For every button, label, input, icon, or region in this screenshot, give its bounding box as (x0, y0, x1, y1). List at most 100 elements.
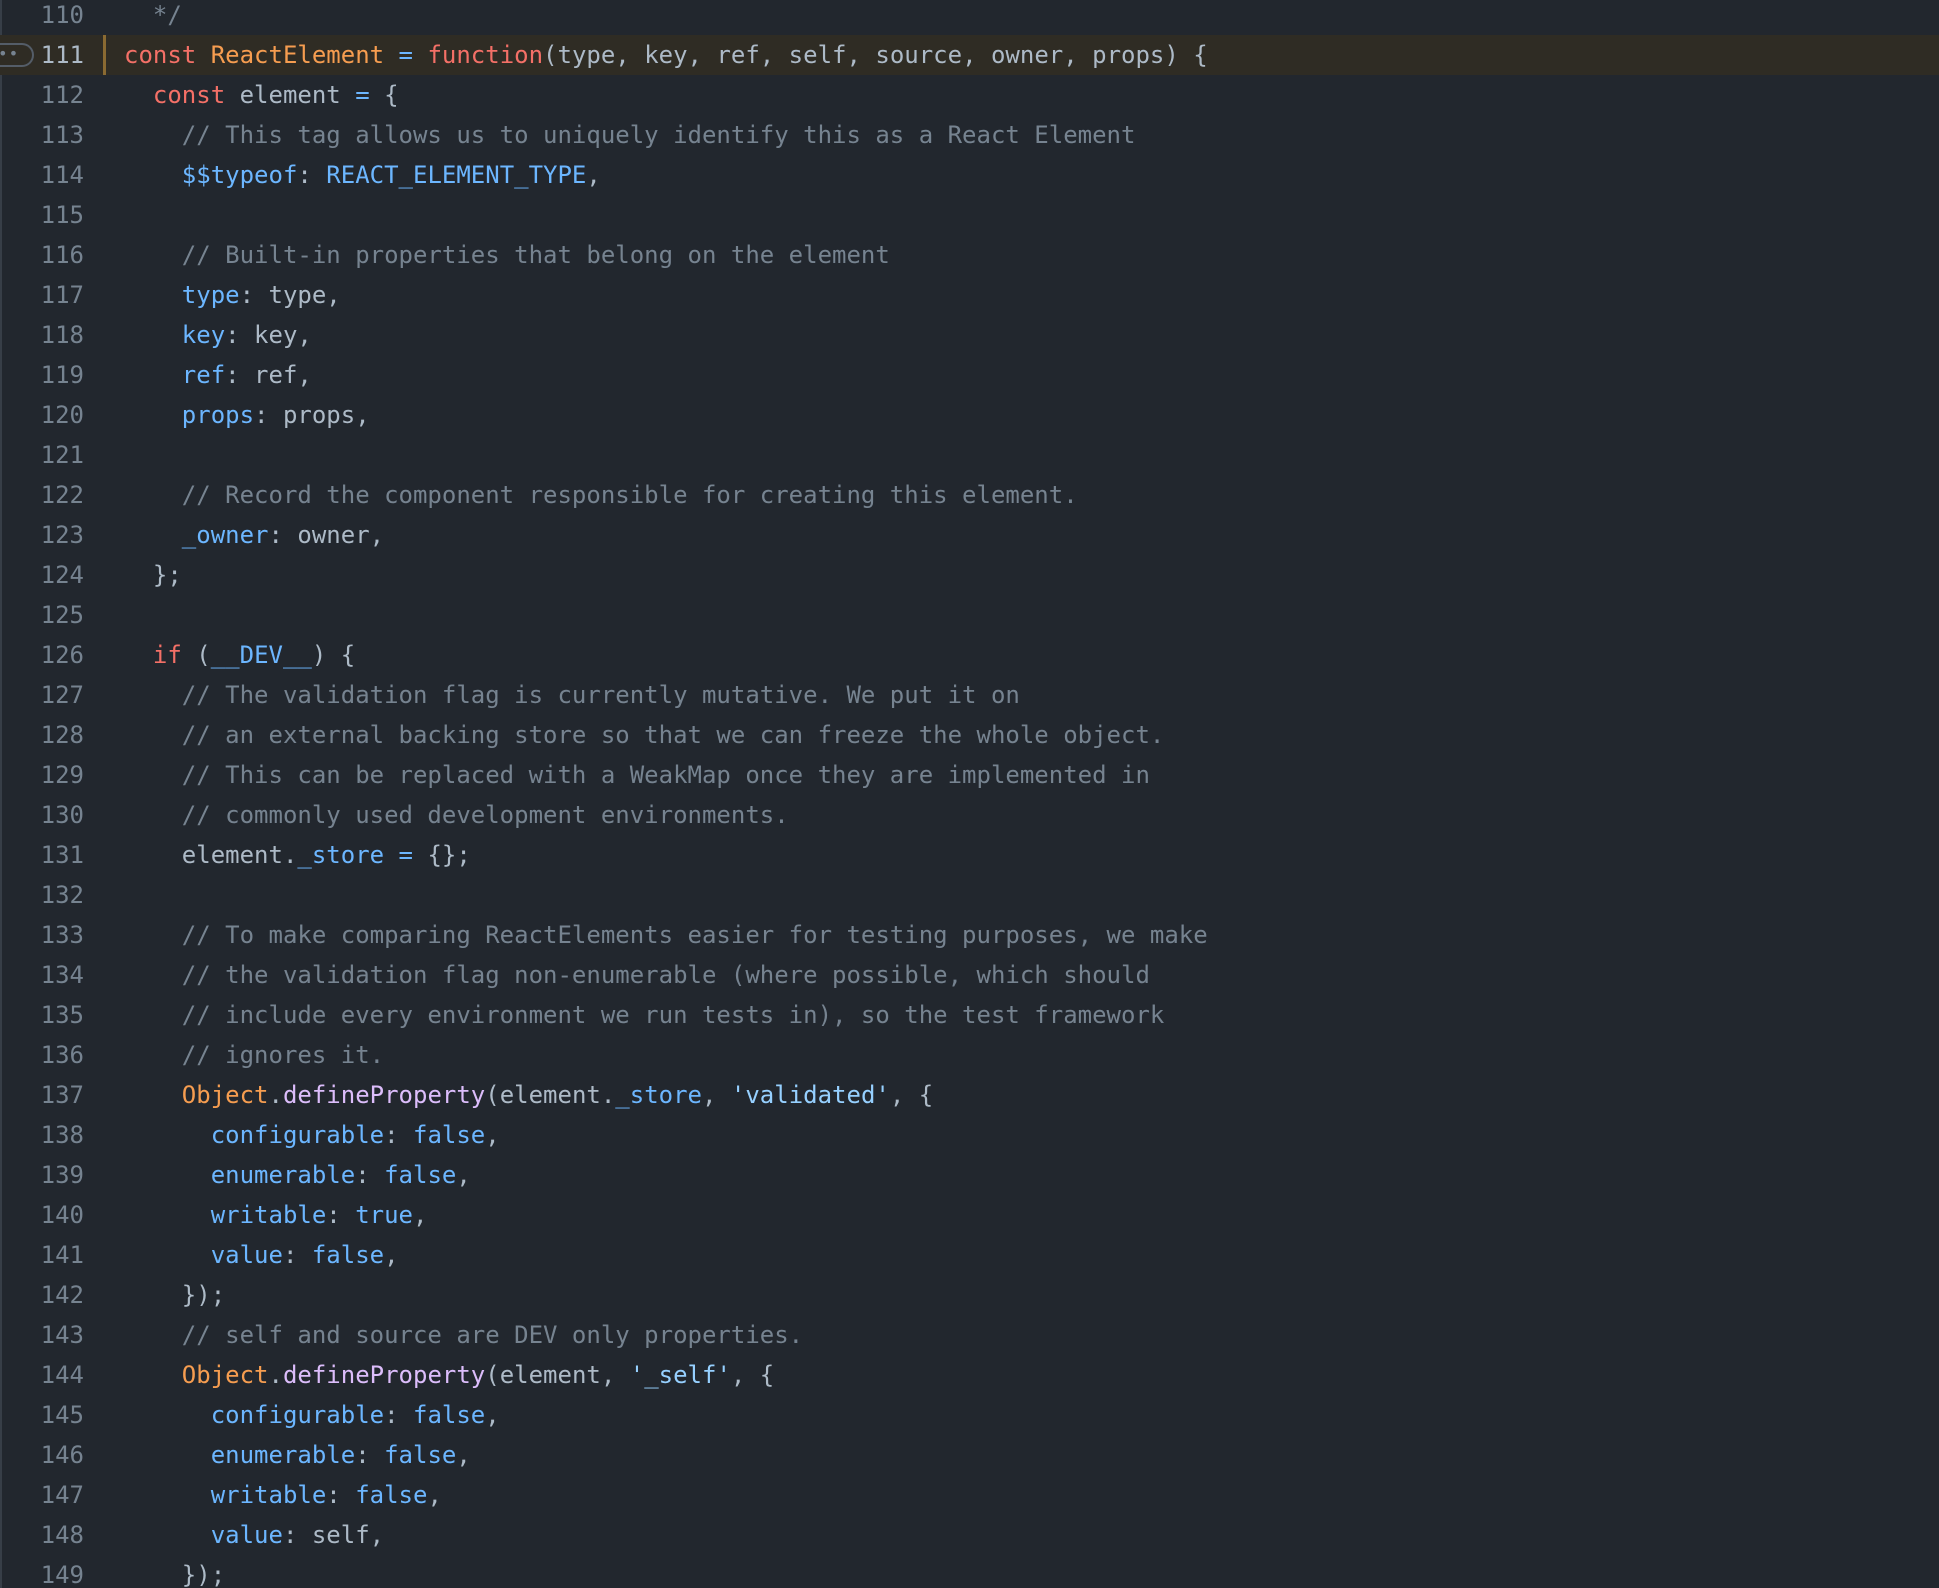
code-line[interactable]: 130 // commonly used development environ… (0, 795, 1939, 835)
code-line[interactable]: 128 // an external backing store so that… (0, 715, 1939, 755)
line-code: enumerable: false, (124, 1155, 1939, 1195)
line-number: 123 (40, 521, 84, 549)
code-line[interactable]: 119 ref: ref, (0, 355, 1939, 395)
line-number: 121 (40, 441, 84, 469)
code-token: $$typeof (181, 161, 298, 189)
code-line[interactable]: 135 // include every environment we run … (0, 995, 1939, 1035)
line-code: const ReactElement = function(type, key,… (124, 35, 1939, 75)
code-line[interactable]: 146 enumerable: false, (0, 1435, 1939, 1475)
code-token: element. (124, 841, 298, 869)
code-line[interactable]: 137 Object.defineProperty(element._store… (0, 1075, 1939, 1115)
code-line[interactable]: 132 (0, 875, 1939, 915)
line-code: value: self, (124, 1515, 1939, 1555)
code-line[interactable]: 112 const element = { (0, 75, 1939, 115)
code-token: // self and source are DEV only properti… (124, 1321, 804, 1349)
line-code: // This tag allows us to uniquely identi… (124, 115, 1939, 155)
line-code: if (__DEV__) { (124, 635, 1939, 675)
line-number: 129 (40, 761, 84, 789)
code-token: : key, (225, 321, 312, 349)
code-token: props (181, 401, 255, 429)
line-code: ref: ref, (124, 355, 1939, 395)
line-number: 119 (40, 361, 84, 389)
code-line[interactable]: 127 // The validation flag is currently … (0, 675, 1939, 715)
code-token: // ignores it. (124, 1041, 385, 1069)
code-line[interactable]: 120 props: props, (0, 395, 1939, 435)
line-code: Object.defineProperty(element, '_self', … (124, 1355, 1939, 1395)
code-line[interactable]: 115 (0, 195, 1939, 235)
code-line[interactable]: 149 }); (0, 1555, 1939, 1588)
line-number: 128 (40, 721, 84, 749)
code-line[interactable]: 147 writable: false, (0, 1475, 1939, 1515)
code-line[interactable]: 141 value: false, (0, 1235, 1939, 1275)
code-token: , (586, 161, 601, 189)
code-line[interactable]: 136 // ignores it. (0, 1035, 1939, 1075)
line-code: _owner: owner, (124, 515, 1939, 555)
code-line[interactable]: 116 // Built-in properties that belong o… (0, 235, 1939, 275)
line-number: 136 (40, 1041, 84, 1069)
line-code: $$typeof: REACT_ELEMENT_TYPE, (124, 155, 1939, 195)
code-token: , (485, 1121, 500, 1149)
code-line[interactable]: 118 key: key, (0, 315, 1939, 355)
code-token: , { (730, 1361, 775, 1389)
code-line[interactable]: 121 (0, 435, 1939, 475)
code-line[interactable]: 134 // the validation flag non-enumerabl… (0, 955, 1939, 995)
code-lines[interactable]: 110 */•• 111 const ReactElement = function… (0, 0, 1939, 1588)
code-token: , (427, 1481, 442, 1509)
code-line[interactable]: 138 configurable: false, (0, 1115, 1939, 1155)
code-line[interactable]: 133 // To make comparing ReactElements e… (0, 915, 1939, 955)
line-number: 118 (40, 321, 84, 349)
code-token: 'validated' (730, 1081, 890, 1109)
code-token: // Built-in properties that belong on th… (124, 241, 890, 269)
line-code: const element = { (124, 75, 1939, 115)
code-line[interactable]: 144 Object.defineProperty(element, '_sel… (0, 1355, 1939, 1395)
code-token: _owner (181, 521, 269, 549)
line-number: 148 (40, 1521, 84, 1549)
code-token: ) { (311, 641, 356, 669)
code-line[interactable]: 148 value: self, (0, 1515, 1939, 1555)
code-line[interactable]: 123 _owner: owner, (0, 515, 1939, 555)
code-line[interactable]: 110 */ (0, 0, 1939, 35)
code-line[interactable]: 139 enumerable: false, (0, 1155, 1939, 1195)
code-line[interactable]: 142 }); (0, 1275, 1939, 1315)
code-token: defineProperty (282, 1081, 486, 1109)
code-line[interactable]: 124 }; (0, 555, 1939, 595)
line-number: 112 (40, 81, 84, 109)
code-token: true (355, 1201, 413, 1229)
code-token: false (384, 1161, 457, 1189)
code-token: // The validation flag is currently muta… (124, 681, 1020, 709)
code-line[interactable]: 125 (0, 595, 1939, 635)
code-line[interactable]: 126 if (__DEV__) { (0, 635, 1939, 675)
code-line[interactable]: 129 // This can be replaced with a WeakM… (0, 755, 1939, 795)
code-line[interactable]: 114 $$typeof: REACT_ELEMENT_TYPE, (0, 155, 1939, 195)
code-line[interactable]: 117 type: type, (0, 275, 1939, 315)
code-token: . (268, 1361, 283, 1389)
code-line[interactable]: 113 // This tag allows us to uniquely id… (0, 115, 1939, 155)
code-token: REACT_ELEMENT_TYPE (326, 161, 587, 189)
code-line[interactable]: 122 // Record the component responsible … (0, 475, 1939, 515)
code-token: __DEV__ (210, 641, 312, 669)
code-line[interactable]: 131 element._store = {}; (0, 835, 1939, 875)
code-line[interactable]: 140 writable: true, (0, 1195, 1939, 1235)
code-token: = (355, 81, 370, 109)
code-editor[interactable]: 110 */•• 111 const ReactElement = function… (0, 0, 1939, 1588)
code-line[interactable]: •• 111 const ReactElement = function(type,… (0, 35, 1939, 75)
line-code: }; (124, 555, 1939, 595)
code-line[interactable]: 143 // self and source are DEV only prop… (0, 1315, 1939, 1355)
code-token: : (282, 1241, 312, 1269)
line-number: 132 (40, 881, 84, 909)
code-token: function (427, 41, 544, 69)
line-code: Object.defineProperty(element._store, 'v… (124, 1075, 1939, 1115)
line-number: 133 (40, 921, 84, 949)
line-number: 143 (40, 1321, 84, 1349)
code-token: }); (124, 1281, 226, 1309)
code-line[interactable]: 145 configurable: false, (0, 1395, 1939, 1435)
line-number: 124 (40, 561, 84, 589)
line-number: 141 (40, 1241, 84, 1269)
